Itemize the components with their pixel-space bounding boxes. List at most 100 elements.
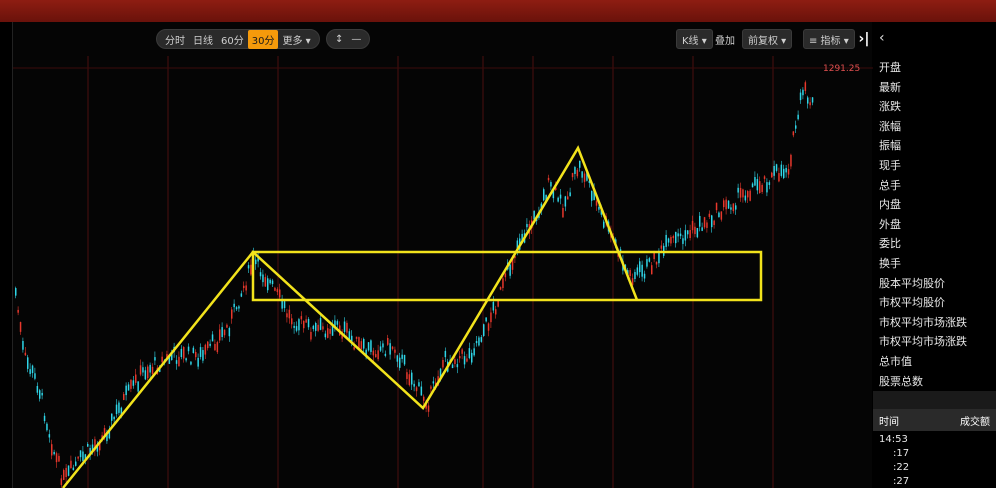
back-icon[interactable]: ‹ [879,30,885,46]
candle-down [420,386,423,396]
candle-down [780,164,783,176]
candle-up [51,444,53,456]
candle-down [701,227,703,231]
stat-label: 委比 [879,237,901,251]
overlay-button[interactable]: 叠加 [710,29,740,49]
zoom-controls: ↕ — [326,29,371,49]
candle-down [679,233,682,237]
candle-up [804,82,807,91]
stat-label: 市权平均市场涨跌 [879,335,967,349]
candle-up [703,217,706,228]
zoom-in-button[interactable]: ↕ [331,32,347,47]
candle-down [48,434,51,438]
candle-down [307,319,310,328]
candle-up [387,337,389,345]
candle-up [408,374,411,386]
collapse-panel-icon[interactable]: ›| [856,29,872,49]
candle-up [394,349,396,353]
candle-up [183,347,185,359]
candle-down [475,341,478,344]
candle-up [502,278,504,288]
candle-up [377,350,379,360]
candle-down [735,205,737,210]
candle-down [591,190,593,201]
candle-up [327,328,329,338]
chart-area[interactable]: 分时 日线 60分 30分 更多 ▾ ↕ — K线 ▾ 叠加 前复权 ▾ ≡ 指… [12,22,873,488]
candle-up [123,394,125,401]
candle-up [207,341,209,349]
candle-down [259,272,262,277]
period-daily-button[interactable]: 日线 [189,30,217,49]
candle-up [720,211,723,220]
candle-up [63,470,65,480]
candle-up [276,289,279,293]
candle-up [303,320,305,329]
high-price-label: 1291.25 [823,64,860,74]
candle-down [238,306,240,309]
adjust-dropdown[interactable]: 前复权 ▾ [742,29,793,49]
stat-label: 现手 [879,158,901,172]
candle-up [317,324,319,331]
candle-down [87,443,89,447]
candle-down [641,264,643,277]
candle-down [463,356,466,365]
candle-down [209,343,211,346]
stat-label: 市权平均市场涨跌 [879,315,967,329]
candle-down [149,364,151,373]
candle-down [480,337,483,342]
candle-up [360,341,363,350]
consolidation-box-annotation [251,250,763,302]
period-30min-button[interactable]: 30分 [247,29,279,49]
candle-up [660,245,663,249]
candle-down [783,168,785,179]
candle-up [490,312,492,323]
indicator-menu-dropdown[interactable]: ≡ 指标 ▾ [803,29,855,49]
candle-up [219,329,221,341]
candle-down [711,215,713,228]
period-selector: 分时 日线 60分 30分 更多 ▾ [156,29,320,49]
candle-down [298,319,300,331]
candle-down [766,182,768,193]
candle-down [418,382,420,387]
candle-up [459,356,461,359]
candle-down [363,338,365,349]
candle-up [487,323,490,331]
candle-down [382,343,384,348]
candle-down [29,369,31,374]
candle-up [178,356,180,367]
candle-up [749,190,751,201]
candle-up [161,356,163,363]
candle-down [773,165,775,176]
period-more-dropdown[interactable]: 更多 ▾ [278,30,314,49]
candle-up [291,318,293,325]
period-60min-button[interactable]: 60分 [217,30,248,49]
candle-down [180,348,183,358]
candle-up [761,184,763,192]
candle-down [643,273,646,279]
candle-up [70,460,72,469]
candle-up [77,456,79,459]
zoom-out-button[interactable]: — [347,32,365,47]
candle-down [343,321,346,332]
candle-down [485,317,487,322]
candle-up [809,102,811,106]
candle-up [694,226,696,235]
candle-up [223,329,226,336]
candlestick-chart[interactable]: 1291.25 [13,56,873,488]
candle-down [483,324,485,336]
candle-up [747,191,749,198]
candle-up [391,346,394,349]
candle-down [154,357,156,361]
candle-down [79,450,82,458]
candle-up [562,208,564,218]
indicator-dropdown[interactable]: K线 ▾ [676,29,713,49]
candle-down [785,167,787,173]
candle-down [581,171,583,178]
candle-down [667,238,670,243]
period-intraday-button[interactable]: 分时 [161,30,189,49]
candle-down [111,413,113,421]
candle-down [802,89,804,96]
candle-down [336,321,339,325]
panel-divider [873,391,996,409]
candle-up [415,387,418,392]
